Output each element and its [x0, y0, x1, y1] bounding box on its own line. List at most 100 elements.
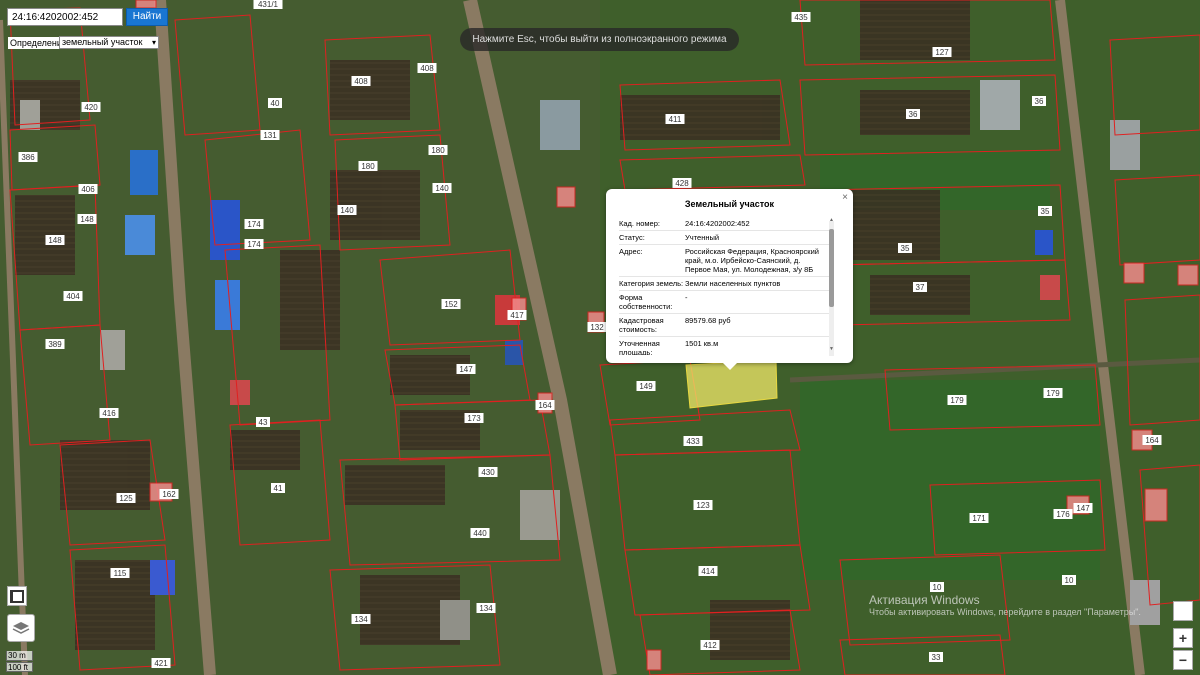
plot-number-text: 421	[154, 659, 168, 668]
plot-number-text: 115	[114, 569, 127, 578]
plot-number-text: 123	[696, 501, 710, 510]
plot-number-label[interactable]: 33	[929, 652, 943, 662]
plot-number-label[interactable]: 174	[244, 219, 264, 229]
plot-number-label[interactable]: 152	[441, 299, 461, 309]
plot-number-text: 171	[972, 514, 986, 523]
scroll-up-icon[interactable]: ▲	[829, 217, 834, 223]
plot-number-label[interactable]: 406	[78, 184, 98, 194]
plot-number-label[interactable]: 180	[358, 161, 378, 171]
plot-number-label[interactable]: 440	[470, 528, 490, 538]
plot-number-label[interactable]: 430	[478, 467, 498, 477]
plot-number-label[interactable]: 433	[683, 436, 703, 446]
plot-number-label[interactable]: 408	[417, 63, 437, 73]
plot-number-label[interactable]: 176	[1053, 509, 1073, 519]
plot-number-label[interactable]: 140	[337, 205, 357, 215]
plot-number-label[interactable]: 420	[81, 102, 101, 112]
plot-number-label[interactable]: 148	[77, 214, 97, 224]
plot-number-label[interactable]: 132	[587, 322, 607, 332]
plot-number-label[interactable]: 41	[271, 483, 285, 493]
popup-title: Земельный участок	[684, 199, 775, 209]
plot-number-text: 408	[354, 77, 368, 86]
plot-number-label[interactable]: 414	[698, 566, 718, 576]
plot-number-label[interactable]: 36	[1032, 96, 1046, 106]
popup-row-key: Кад. номер:	[619, 219, 660, 228]
plot-number-label[interactable]: 134	[351, 614, 371, 624]
plot-number-label[interactable]: 36	[906, 109, 920, 119]
plot-number-text: 148	[80, 215, 94, 224]
plot-number-label[interactable]: 421	[151, 658, 171, 668]
scroll-down-icon[interactable]: ▼	[829, 346, 834, 352]
popup-row-value: 1501 кв.м	[685, 339, 719, 348]
chevron-down-icon: ▾	[151, 38, 156, 47]
plot-number-label[interactable]: 404	[63, 291, 83, 301]
plot-number-text: 174	[247, 220, 261, 229]
plot-number-label[interactable]: 174	[244, 239, 264, 249]
plot-number-label[interactable]: 162	[159, 489, 179, 499]
plot-number-label[interactable]: 435	[791, 12, 811, 22]
plot-number-label[interactable]: 35	[1038, 206, 1052, 216]
plot-number-label[interactable]: 417	[507, 310, 527, 320]
popup-row: Категория земель: Земли населенных пункто…	[619, 277, 831, 291]
plot-number-label[interactable]: 10	[1062, 575, 1076, 585]
plot-number-text: 125	[119, 494, 133, 503]
zoom-in-button[interactable]: +	[1173, 628, 1193, 648]
plot-number-label[interactable]: 431/1	[253, 0, 283, 9]
popup-row-key: Адрес:	[619, 247, 643, 256]
plot-number-text: 147	[1076, 504, 1090, 513]
plot-number-label[interactable]: 35	[898, 243, 912, 253]
popup-table: Кад. номер: 24:16:4202002:452 Статус: Учтен…	[619, 217, 831, 355]
plot-number-label[interactable]: 127	[932, 47, 952, 57]
plot-number-label[interactable]: 411	[665, 114, 685, 124]
plot-number-label[interactable]: 179	[947, 395, 967, 405]
plot-number-label[interactable]: 134	[476, 603, 496, 613]
plot-number-text: 179	[950, 396, 964, 405]
windows-activation-subtitle: Чтобы активировать Windows, перейдите в …	[869, 607, 1141, 617]
plot-number-text: 36	[1035, 97, 1044, 106]
plot-number-text: 435	[794, 13, 808, 22]
plot-number-text: 416	[102, 409, 116, 418]
layers-button[interactable]	[7, 614, 35, 642]
definition-select[interactable]: земельный участок ▾	[59, 36, 159, 49]
search-button[interactable]: Найти	[126, 8, 168, 26]
plot-number-text: 404	[66, 292, 80, 301]
plot-number-text: 440	[473, 529, 487, 538]
close-icon[interactable]: ×	[842, 192, 848, 203]
plot-number-label[interactable]: 412	[700, 640, 720, 650]
zoom-out-button[interactable]: −	[1173, 650, 1193, 670]
plot-number-label[interactable]: 173	[464, 413, 484, 423]
cadastral-search-input[interactable]: 24:16:4202002:452	[7, 8, 123, 26]
map-toggle-button[interactable]	[1173, 601, 1193, 621]
plot-number-label[interactable]: 43	[256, 417, 270, 427]
scale-metric: 30 m	[6, 651, 33, 661]
plot-number-label[interactable]: 408	[351, 76, 371, 86]
plot-number-label[interactable]: 386	[18, 152, 38, 162]
plot-number-label[interactable]: 123	[693, 500, 713, 510]
plot-number-label[interactable]: 171	[969, 513, 989, 523]
plot-number-label[interactable]: 147	[1073, 503, 1093, 513]
plot-number-label[interactable]: 389	[45, 339, 65, 349]
popup-row: Адрес: Российская Федерация, Красноярский…	[619, 245, 831, 277]
plot-number-label[interactable]: 180	[428, 145, 448, 155]
plot-number-label[interactable]: 40	[268, 98, 282, 108]
plot-number-text: 40	[271, 99, 280, 108]
plot-number-label[interactable]: 37	[913, 282, 927, 292]
plot-number-label[interactable]: 147	[456, 364, 476, 374]
plot-number-label[interactable]: 115	[110, 568, 130, 578]
plot-number-label[interactable]: 164	[1142, 435, 1162, 445]
plot-number-label[interactable]: 140	[432, 183, 452, 193]
plot-number-label[interactable]: 125	[116, 493, 136, 503]
plot-number-label[interactable]: 416	[99, 408, 119, 418]
plot-number-label[interactable]: 164	[535, 400, 555, 410]
plot-number-text: 386	[21, 153, 35, 162]
satellite-map[interactable]: 431/143542040840840127363861311801804113…	[0, 0, 1200, 675]
popup-scroll-thumb[interactable]	[829, 229, 834, 307]
plot-number-label[interactable]: 148	[45, 235, 65, 245]
plot-number-label[interactable]: 428	[672, 178, 692, 188]
plot-number-label[interactable]: 149	[636, 381, 656, 391]
plot-number-text: 147	[459, 365, 473, 374]
plot-number-label[interactable]: 131	[260, 130, 280, 140]
popup-row-value: -	[685, 293, 688, 302]
fullscreen-button[interactable]	[7, 586, 27, 606]
plot-number-label[interactable]: 179	[1043, 388, 1063, 398]
plot-number-label[interactable]: 10	[930, 582, 944, 592]
